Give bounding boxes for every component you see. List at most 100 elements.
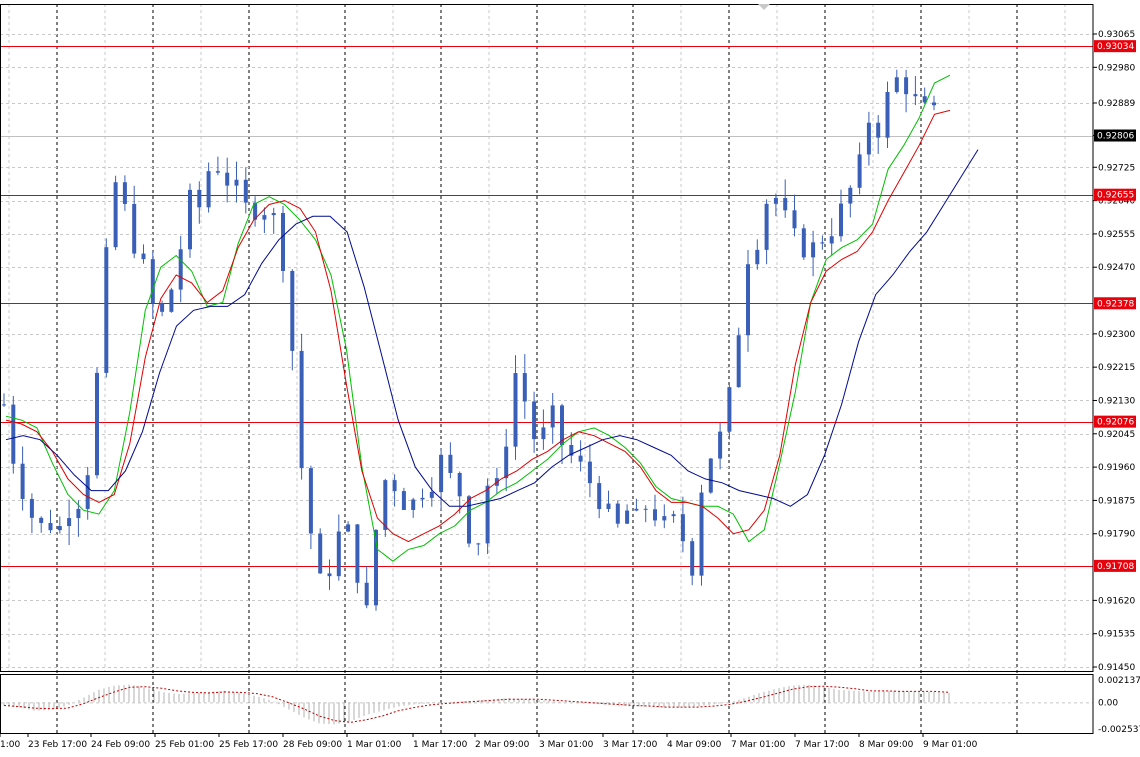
price-tick-label: 0.91450: [1098, 663, 1135, 673]
candle-body: [67, 518, 72, 527]
candle-body: [20, 463, 25, 499]
price-tick-label: 0.91535: [1098, 630, 1135, 640]
oscillator-tick-label: 0.002137: [1098, 676, 1140, 686]
level-label: 0.91708: [1097, 562, 1134, 572]
candle-body: [857, 154, 862, 188]
candle-body: [318, 533, 323, 574]
time-tick-label: 7 Mar 17:00: [795, 740, 850, 750]
oscillator-tick-label: -0.002537: [1098, 725, 1140, 735]
candle-body: [615, 503, 620, 524]
candle-body: [327, 573, 332, 577]
candle-body: [262, 215, 267, 220]
candle-body: [429, 491, 434, 498]
candle-body: [801, 228, 806, 258]
candle-body: [188, 189, 192, 250]
candle-body: [281, 213, 285, 271]
candle-body: [150, 259, 155, 304]
level-label: 0.92076: [1097, 418, 1134, 428]
candle-body: [606, 503, 611, 510]
time-tick-label: 23 Feb 17:00: [28, 740, 87, 750]
candle-body: [364, 582, 369, 606]
candle-body: [755, 249, 760, 265]
time-tick-label: 1:00: [0, 740, 20, 750]
price-tick-label: 0.91620: [1098, 596, 1135, 606]
candle-body: [95, 372, 99, 476]
candle-body: [467, 496, 471, 544]
candle-body: [746, 264, 750, 336]
candle-body: [420, 497, 425, 500]
time-tick-label: 3 Mar 17:00: [603, 740, 658, 750]
candle-body: [894, 77, 899, 92]
candle-body: [197, 189, 202, 208]
candle-body: [513, 373, 518, 447]
time-tick-label: 28 Feb 09:00: [283, 740, 342, 750]
candle-body: [736, 335, 741, 388]
candle-body: [308, 468, 313, 534]
candle-body: [820, 242, 825, 244]
candle-body: [39, 517, 44, 523]
candle-body: [885, 91, 890, 138]
price-tick-label: 0.92470: [1098, 263, 1135, 273]
candle-body: [829, 236, 834, 244]
candle-body: [141, 253, 146, 260]
time-tick-label: 24 Feb 09:00: [91, 740, 150, 750]
candle-body: [104, 247, 109, 373]
current-price-label: 0.92806: [1097, 132, 1134, 142]
candle-body: [169, 289, 174, 312]
candle-body: [234, 179, 239, 186]
candle-body: [485, 485, 490, 544]
candle-body: [932, 102, 936, 106]
level-label: 0.92378: [1097, 299, 1134, 309]
candle-body: [225, 172, 230, 186]
price-tick-label: 0.92045: [1098, 430, 1135, 440]
candle-body: [727, 387, 732, 432]
candle-body: [336, 531, 341, 577]
candle-body: [76, 508, 81, 519]
candle-body: [411, 499, 416, 510]
candle-body: [848, 187, 853, 204]
candle-body: [85, 475, 90, 509]
price-tick-label: 0.91790: [1098, 530, 1135, 540]
candle-body: [346, 524, 351, 532]
candle-body: [662, 516, 667, 521]
candle-body: [271, 213, 276, 216]
candle-body: [448, 454, 453, 473]
candle-body: [773, 198, 778, 204]
candle-body: [876, 122, 881, 138]
price-tick-label: 0.91875: [1098, 496, 1135, 506]
candle-body: [904, 77, 909, 95]
candle-body: [718, 431, 723, 459]
candle-body: [383, 480, 388, 530]
candle-body: [243, 179, 248, 203]
time-tick-label: 9 Mar 01:00: [923, 740, 978, 750]
price-chart[interactable]: 0.93065 0.92980 0.92889 0.92806 0.92725 0.926…: [0, 0, 1140, 757]
candle-body: [215, 171, 220, 173]
candle-body: [643, 508, 648, 510]
time-tick-label: 1 Mar 17:00: [413, 740, 468, 750]
candle-body: [401, 491, 406, 510]
candle-body: [299, 350, 304, 469]
candle-body: [48, 522, 53, 531]
time-tick-label: 4 Mar 09:00: [667, 740, 722, 750]
time-tick-label: 2 Mar 09:00: [475, 740, 530, 750]
candle-body: [57, 526, 62, 531]
time-tick-label: 25 Feb 01:00: [155, 740, 214, 750]
candle-body: [2, 404, 6, 406]
candle-body: [355, 524, 360, 583]
candle-body: [578, 455, 583, 462]
candle-body: [690, 541, 695, 576]
candle-body: [476, 543, 481, 545]
candle-body: [625, 510, 630, 524]
candle-body: [634, 508, 639, 511]
candle-body: [550, 405, 555, 428]
level-label: 0.92655: [1097, 191, 1134, 201]
price-tick-label: 0.92980: [1098, 63, 1135, 73]
time-tick-label: 7 Mar 01:00: [731, 740, 786, 750]
candle-body: [504, 446, 509, 479]
candle-body: [206, 171, 211, 208]
oscillator-tick-label: 0.00: [1098, 698, 1118, 708]
candle-body: [792, 210, 797, 229]
candle-body: [290, 270, 295, 351]
price-tick-label: 0.92725: [1098, 163, 1135, 173]
candle-body: [699, 492, 704, 576]
